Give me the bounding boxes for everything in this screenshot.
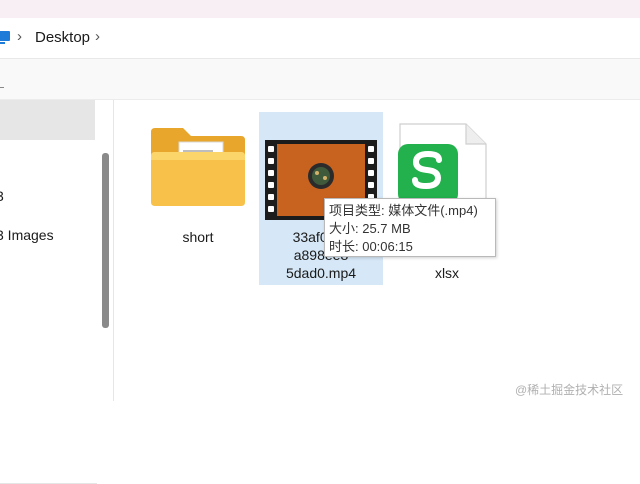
navigation-pane: 3 3 Images <box>0 100 97 484</box>
window-top-strip <box>0 0 640 18</box>
breadcrumb-expand-chevron-icon[interactable]: › <box>95 28 100 45</box>
tooltip-duration: 时长: 00:06:15 <box>329 239 413 254</box>
file-info-tooltip: 项目类型: 媒体文件(.mp4) 大小: 25.7 MB 时长: 00:06:1… <box>324 198 496 257</box>
breadcrumb-separator: › <box>17 28 22 45</box>
nav-item[interactable]: 3 <box>0 188 4 204</box>
nav-scrollbar-thumb[interactable] <box>102 153 109 328</box>
command-bar-item-icon[interactable] <box>0 87 4 88</box>
breadcrumb-desktop[interactable]: Desktop <box>35 29 90 46</box>
this-pc-icon <box>0 31 10 44</box>
file-name: xlsx <box>434 265 460 281</box>
watermark: @稀土掘金技术社区 <box>515 383 624 397</box>
command-bar <box>0 59 640 100</box>
tooltip-size: 大小: 25.7 MB <box>329 221 411 236</box>
file-name: short <box>182 229 214 245</box>
nav-item-images[interactable]: 3 Images <box>0 227 54 243</box>
address-bar[interactable]: › Desktop › <box>0 18 640 59</box>
tooltip-item-type: 项目类型: 媒体文件(.mp4) <box>329 203 478 218</box>
folder-icon <box>151 128 245 206</box>
nav-item-selected[interactable] <box>0 100 95 140</box>
